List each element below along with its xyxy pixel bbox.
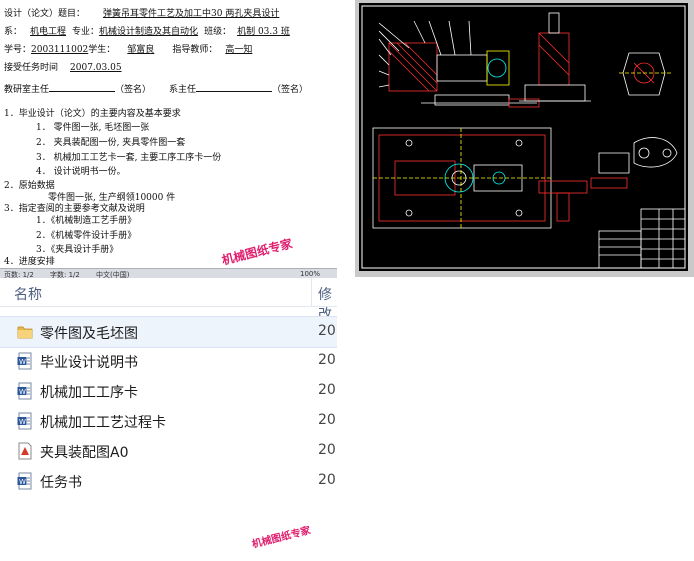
section-3-item: 3．《夹具设计手册》 [36,245,119,255]
department-line: 系： 机电工程 专业：机械设计制造及其自动化 班级： 机制 03.3 班 [4,26,290,38]
file-name: 机械加工工艺过程卡 [40,415,166,431]
title-label: 设计（论文）题目： [4,9,86,19]
fixture-assembly-drawing [361,5,686,269]
column-divider[interactable] [311,278,312,306]
advisor-label: 指导教师： [172,45,218,55]
thesis-title-line: 设计（论文）题目： 弹簧吊耳零件工艺及加工中30 两孔夹具设计 [4,8,279,20]
file-date: 20 [318,472,336,488]
signature-line: 教研室主任 （签名） 系主任 （签名） [4,82,308,96]
lab-sign-label: （签名） [115,85,152,95]
student-id-label: 学号： [4,45,32,55]
svg-text:W: W [19,418,26,426]
file-row[interactable]: W 毕业设计说明书 20 [0,346,337,376]
section-4-heading: 4．进度安排 [4,257,55,267]
section-3-item: 1．《机械制造工艺手册》 [36,216,137,226]
lab-director-label: 教研室主任 [4,85,50,95]
word-doc-icon: W [17,472,33,490]
cad-drawing-canvas[interactable] [359,3,688,271]
zoom-level[interactable]: 100% [300,270,320,278]
file-name: 夹具装配图A0 [40,445,129,461]
section-1-item: 3． 机械加工工艺卡一套, 主要工序工序卡一份 [36,153,222,163]
side-view [519,12,591,102]
section-1-item: 1． 零件图一张, 毛坯图一张 [36,123,150,133]
word-doc-icon: W [17,382,33,400]
cad-window [355,0,694,277]
file-row[interactable]: W 机械加工工艺过程卡 20 [0,406,337,436]
dept-value: 机电工程 [30,27,67,37]
section-1-item: 2． 夹具装配图一份, 夹具零件图一套 [36,138,186,148]
major-value: 机械设计制造及其自动化 [99,27,199,37]
student-line: 学号：2003111002学生： 邹富良 指导教师： 高一知 [4,44,252,56]
column-header-name[interactable]: 名称 [14,284,42,304]
file-row[interactable]: 零件图及毛坯图 20 [0,316,337,348]
class-label: 班级： [204,27,232,37]
top-right-view [619,52,671,96]
student-value: 邹富良 [127,45,155,55]
svg-text:W: W [19,358,26,366]
task-date-line: 接受任务时间 2007.03.05 [4,62,122,74]
file-date: 20 [318,382,336,398]
watermark-stamp: 机械图纸专家 [220,236,294,268]
task-date-value: 2007.03.05 [70,63,122,73]
svg-text:W: W [19,478,26,486]
advisor-value: 高一知 [225,45,253,55]
dept-label: 系： [4,27,23,37]
file-row[interactable]: 夹具装配图A0 20 [0,436,337,466]
file-name: 任务书 [40,475,82,491]
section-2-heading: 2．原始数据 [4,181,55,191]
file-row[interactable]: W 机械加工工序卡 20 [0,376,337,406]
file-date: 20 [318,412,336,428]
file-date: 20 [318,352,336,368]
file-row[interactable]: W 任务书 20 [0,466,337,496]
file-date: 20 [318,442,336,458]
detail-views [538,137,678,222]
column-header-row: 名称 修改 [0,278,337,323]
dept-head-label: 系主任 [169,85,197,95]
section-3-heading: 3．指定查阅的主要参考文献及说明 [4,204,145,214]
cad-file-icon [17,442,33,460]
dept-sign-label: （签名） [272,85,309,95]
class-value: 机制 03.3 班 [237,27,290,37]
drawing-border [361,5,686,269]
major-label: 专业： [72,27,100,37]
plan-view [372,127,552,229]
title-block [598,208,686,269]
folder-icon [17,323,33,341]
file-name: 机械加工工序卡 [40,385,138,401]
file-name: 零件图及毛坯图 [40,326,138,342]
student-id-value: 2003111002 [31,45,89,55]
watermark-stamp: 机械图纸专家 [250,525,312,551]
word-doc-icon: W [17,352,33,370]
file-date: 20 [318,323,336,339]
file-explorer-list[interactable]: 名称 修改 零件图及毛坯图 20 W 毕业设计说明书 20 W 机械加工工序卡 … [0,278,337,561]
front-view [378,20,540,108]
document-pane[interactable]: 设计（论文）题目： 弹簧吊耳零件工艺及加工中30 两孔夹具设计 系： 机电工程 专业：… [0,0,337,268]
svg-text:W: W [19,388,26,396]
student-label: 学生： [88,45,116,55]
section-1-heading: 1．毕业设计（论文）的主要内容及基本要求 [4,109,181,119]
file-name: 毕业设计说明书 [40,355,138,371]
section-3-item: 2．《机械零件设计手册》 [36,231,137,241]
word-doc-icon: W [17,412,33,430]
title-value: 弹簧吊耳零件工艺及加工中30 两孔夹具设计 [103,9,280,19]
section-1-item: 4． 设计说明书一份。 [36,167,126,177]
task-date-label: 接受任务时间 [4,63,59,73]
